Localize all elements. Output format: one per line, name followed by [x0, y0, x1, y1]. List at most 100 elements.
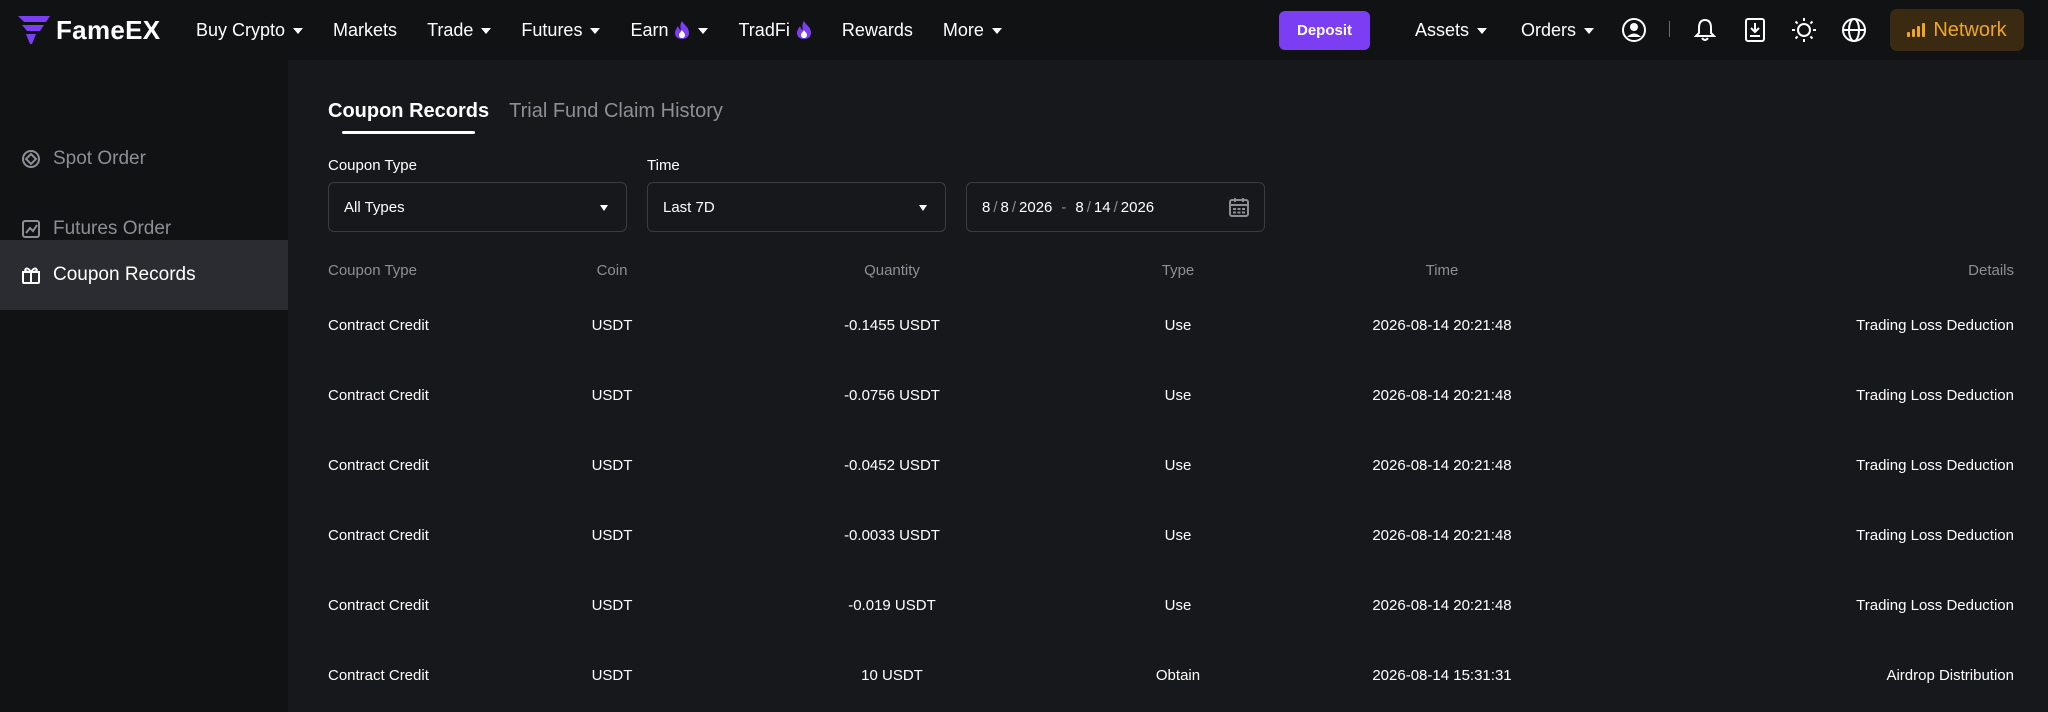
coupon-type-filter-label: Coupon Type — [328, 157, 417, 174]
network-button[interactable]: Network — [1890, 9, 2024, 51]
calendar-icon[interactable] — [1229, 197, 1249, 221]
gift-icon — [21, 265, 41, 285]
nav-item-futures[interactable]: Futures — [521, 19, 601, 41]
globe-icon[interactable] — [1840, 16, 1868, 44]
nav-item-more[interactable]: More — [943, 20, 1002, 41]
fameex-logo-icon — [18, 16, 50, 44]
table-row: Contract Credit USDT -0.019 USDT Use 2026-08… — [328, 571, 2014, 641]
start-month[interactable]: 8 — [982, 199, 990, 216]
coupon-type-selected-value: All Types — [344, 198, 405, 216]
account-nav: Assets Orders — [1415, 0, 1628, 60]
date-separator: / — [1011, 198, 1017, 216]
cell-coupon-type: Contract Credit — [328, 457, 429, 474]
range-dash: - — [1061, 198, 1067, 216]
tab-coupon-records[interactable]: Coupon Records — [328, 100, 489, 134]
nav-item-label: Buy Crypto — [196, 19, 286, 40]
nav-item-label: Rewards — [841, 19, 913, 40]
cell-time: 2026-08-14 20:21:48 — [1372, 597, 1512, 614]
cell-details: Trading Loss Deduction — [1856, 597, 2014, 614]
cell-time: 2026-08-14 20:21:48 — [1372, 457, 1512, 474]
chevron-down-icon — [590, 28, 601, 34]
chevron-down-icon — [698, 28, 709, 34]
user-icon[interactable] — [1620, 16, 1648, 44]
nav-item-label: Trade — [427, 19, 474, 40]
chevron-down-icon — [293, 28, 304, 34]
start-day[interactable]: 8 — [1001, 199, 1009, 216]
cell-time: 2026-08-14 20:21:48 — [1372, 317, 1512, 334]
cell-coupon-type: Contract Credit — [328, 527, 429, 544]
cell-type: Use — [1164, 317, 1192, 334]
cell-coin: USDT — [591, 667, 633, 684]
cell-quantity: -0.0756 USDT — [844, 387, 940, 404]
download-icon[interactable] — [1741, 16, 1769, 44]
target-icon — [21, 149, 41, 169]
cell-time: 2026-08-14 20:21:48 — [1372, 527, 1512, 544]
sidebar-item-spot-order[interactable]: Spot Order — [0, 124, 288, 194]
cell-details: Airdrop Distribution — [1886, 667, 2014, 684]
top-header: FameEX Buy Crypto Markets Trade Futures Earn… — [0, 0, 2048, 60]
table-row: Contract Credit USDT -0.0756 USDT Use 2026-0… — [328, 361, 2014, 431]
chevron-down-icon — [1477, 28, 1488, 34]
end-day[interactable]: 14 — [1094, 199, 1111, 216]
sidebar: Spot Order Futures Order Coupon Records — [0, 60, 288, 712]
chart-icon — [21, 219, 41, 239]
nav-item-earn[interactable]: Earn — [630, 19, 709, 41]
start-year[interactable]: 2026 — [1019, 199, 1052, 216]
end-year[interactable]: 2026 — [1121, 199, 1154, 216]
nav-item-label: Futures — [521, 19, 583, 40]
cell-quantity: 10 USDT — [861, 667, 923, 684]
network-label: Network — [1933, 18, 2007, 41]
date-separator: / — [1086, 198, 1091, 216]
cell-type: Use — [1164, 387, 1192, 404]
column-header-coupon-type: Coupon Type — [328, 262, 417, 279]
time-filter-label: Time — [647, 157, 680, 174]
sidebar-item-label: Futures Order — [53, 218, 172, 239]
column-header-type: Type — [1161, 262, 1195, 279]
sidebar-item-label: Coupon Records — [53, 264, 196, 285]
caret-down-icon — [919, 205, 927, 211]
nav-item-markets[interactable]: Markets — [333, 20, 397, 41]
cell-type: Obtain — [1155, 667, 1201, 684]
nav-item-trade[interactable]: Trade — [427, 19, 492, 41]
brand-logo[interactable]: FameEX — [18, 13, 160, 47]
nav-item-tradfi[interactable]: TradFi — [738, 20, 811, 41]
main-nav: Buy Crypto Markets Trade Futures Earn TradFi R… — [196, 0, 1032, 60]
cell-coupon-type: Contract Credit — [328, 317, 429, 334]
fire-icon — [674, 20, 690, 40]
date-separator: / — [1113, 198, 1118, 216]
assets-menu[interactable]: Assets — [1415, 19, 1488, 41]
tab-trial-fund-claim-history[interactable]: Trial Fund Claim History — [509, 100, 723, 134]
cell-quantity: -0.019 USDT — [848, 597, 936, 614]
bell-icon[interactable] — [1691, 16, 1719, 44]
cell-coin: USDT — [591, 317, 633, 334]
cell-coupon-type: Contract Credit — [328, 667, 429, 684]
nav-item-label: More — [942, 19, 984, 40]
coupon-type-select[interactable]: All Types — [328, 182, 627, 232]
time-select[interactable]: Last 7D — [647, 182, 946, 232]
cell-coin: USDT — [591, 597, 633, 614]
chevron-down-icon — [991, 28, 1002, 34]
nav-item-label: Markets — [333, 19, 398, 40]
chevron-down-icon — [481, 28, 492, 34]
date-range-picker[interactable]: 8/8/2026 - 8/14/2026 — [966, 182, 1265, 232]
sun-icon[interactable] — [1790, 16, 1818, 44]
sidebar-item-coupon-records[interactable]: Coupon Records — [0, 240, 288, 310]
time-selected-value: Last 7D — [663, 198, 715, 216]
record-tabs: Coupon Records Trial Fund Claim History — [328, 100, 743, 136]
assets-label: Assets — [1415, 19, 1470, 40]
chevron-down-icon — [1584, 28, 1595, 34]
fire-icon — [796, 20, 812, 40]
cell-type: Use — [1164, 527, 1192, 544]
column-header-details: Details — [1968, 262, 2014, 279]
deposit-button[interactable]: Deposit — [1279, 11, 1370, 50]
cell-details: Trading Loss Deduction — [1856, 457, 2014, 474]
cell-time: 2026-08-14 20:21:48 — [1372, 387, 1512, 404]
cell-coin: USDT — [591, 527, 633, 544]
nav-item-buy-crypto[interactable]: Buy Crypto — [196, 19, 304, 41]
nav-item-label: Earn — [630, 19, 669, 40]
nav-item-rewards[interactable]: Rewards — [842, 20, 913, 41]
orders-menu[interactable]: Orders — [1521, 20, 1595, 41]
end-month[interactable]: 8 — [1075, 199, 1083, 216]
cell-coupon-type: Contract Credit — [328, 387, 429, 404]
cell-coin: USDT — [591, 457, 633, 474]
